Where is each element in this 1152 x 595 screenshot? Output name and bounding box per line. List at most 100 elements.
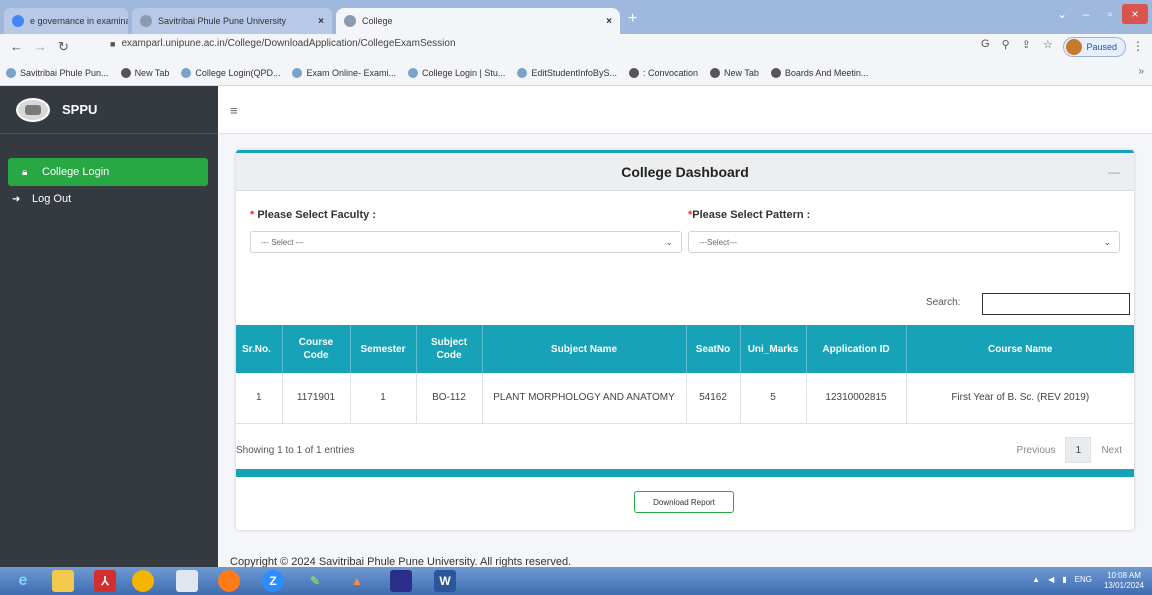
sidebar: SPPU 🔒︎ College Login ➜ Log Out	[0, 86, 218, 567]
clock[interactable]: 10:08 AM 13/01/2024	[1104, 571, 1144, 591]
back-icon[interactable]: ←	[10, 39, 23, 54]
table-cell: BO-112	[416, 373, 483, 424]
globe-icon	[770, 67, 781, 78]
table-cell: 1	[350, 373, 417, 424]
bookmark-item[interactable]: : Convocation	[628, 67, 698, 78]
minimize-icon[interactable]: –	[1076, 4, 1096, 24]
pagination: Previous 1 Next	[1017, 437, 1122, 463]
table-row: 1 1171901 1 BO-112 PLANT MORPHOLOGY AND …	[236, 373, 1134, 424]
table-info: Showing 1 to 1 of 1 entries	[236, 445, 355, 456]
profile-button[interactable]: Paused	[1063, 37, 1126, 57]
column-header[interactable]: Semester	[350, 325, 417, 373]
close-window-icon[interactable]: ×	[1122, 4, 1148, 24]
sppu-favicon	[140, 15, 152, 27]
network-icon[interactable]: ▲	[1032, 575, 1040, 584]
acrobat-icon[interactable]: ⅄	[94, 570, 116, 592]
results-table: Sr.No. Course Code Semester Subject Code…	[236, 325, 1134, 424]
translate-icon[interactable]: ⚲	[1002, 38, 1010, 51]
firefox-icon[interactable]	[218, 570, 240, 592]
language-indicator[interactable]: ENG	[1075, 575, 1092, 584]
close-tab-icon[interactable]: ×	[312, 16, 324, 27]
google-icon[interactable]: G	[981, 38, 990, 51]
sidebar-item-college-login[interactable]: 🔒︎ College Login	[8, 158, 208, 186]
column-header[interactable]: Application ID	[806, 325, 907, 373]
sppu-favicon	[344, 15, 356, 27]
browser-tab-2[interactable]: Savitribai Phule Pune University ×	[132, 8, 332, 34]
browser-tab-3-active[interactable]: College ×	[336, 8, 620, 34]
search-input[interactable]	[982, 293, 1130, 315]
screen: e governance in examination - × Savitrib…	[0, 0, 1152, 595]
collapse-icon[interactable]: —	[1108, 165, 1120, 179]
chrome-icon[interactable]	[132, 570, 154, 592]
table-cell: First Year of B. Sc. (REV 2019)	[906, 373, 1134, 424]
vlc-icon[interactable]: ▲	[346, 570, 368, 592]
close-tab-icon[interactable]: ×	[600, 16, 612, 27]
table-cell: PLANT MORPHOLOGY AND ANATOMY	[482, 373, 687, 424]
globe-icon	[628, 67, 639, 78]
sidebar-item-log-out[interactable]: ➜ Log Out	[0, 186, 218, 212]
bookmark-item[interactable]: Boards And Meetin...	[770, 67, 868, 78]
column-header[interactable]: Course Name	[906, 325, 1134, 373]
hamburger-menu-icon[interactable]: ≡	[230, 103, 238, 118]
menu-icon[interactable]: ⋮	[1132, 39, 1144, 53]
maximize-icon[interactable]: ▫	[1100, 4, 1120, 24]
bookmark-item[interactable]: College Login | Stu...	[408, 67, 505, 78]
faculty-label: * Please Select Faculty :	[250, 209, 376, 221]
sppu-favicon	[408, 67, 418, 78]
windows-taskbar: e ⅄ Z ✎ ▲ W ▲ ◀ ▮ ENG 10:08 AM 13/01/202…	[0, 567, 1152, 595]
chevron-down-icon: ⌄	[1103, 237, 1111, 247]
column-header[interactable]: Sr.No.	[236, 325, 283, 373]
pattern-select[interactable]: ---Select--- ⌄	[688, 231, 1120, 253]
pattern-label: *Please Select Pattern :	[688, 209, 811, 221]
ie-icon[interactable]: e	[12, 570, 34, 592]
column-header[interactable]: SeatNo	[686, 325, 741, 373]
meet-icon[interactable]	[390, 570, 412, 592]
chevron-down-icon: ⌄	[665, 237, 673, 247]
table-cell: 12310002815	[806, 373, 907, 424]
zoom-icon[interactable]: Z	[262, 570, 284, 592]
bookmark-item[interactable]: New Tab	[120, 67, 169, 78]
table-cell: 1171901	[282, 373, 351, 424]
browser-toolbar: ← → ↻ ■ examparl.unipune.ac.in/College/D…	[0, 34, 1152, 60]
google-icon	[12, 15, 24, 27]
bookmark-item[interactable]: New Tab	[710, 67, 759, 78]
bookmark-item[interactable]: College Login(QPD...	[181, 67, 280, 78]
forward-icon[interactable]: →	[34, 39, 47, 54]
volume-icon[interactable]: ◀	[1048, 575, 1054, 584]
new-tab-button[interactable]: +	[628, 10, 637, 28]
sppu-logo-icon	[16, 97, 50, 122]
browser-tab-strip: e governance in examination - × Savitrib…	[0, 0, 1152, 34]
previous-button[interactable]: Previous	[1017, 445, 1056, 456]
bookmark-item[interactable]: EditStudentInfoByS...	[517, 67, 617, 78]
share-icon[interactable]: ⇪	[1022, 38, 1031, 51]
word-icon[interactable]: W	[434, 570, 456, 592]
battery-icon[interactable]: ▮	[1062, 575, 1066, 584]
column-header[interactable]: Course Code	[282, 325, 351, 373]
table-cell: 1	[236, 373, 283, 424]
browser-tab-1[interactable]: e governance in examination - ×	[4, 8, 128, 34]
column-header[interactable]: Subject Code	[416, 325, 483, 373]
pen-icon[interactable]: ✎	[304, 570, 326, 592]
sppu-favicon	[517, 67, 528, 78]
page-number-button[interactable]: 1	[1065, 437, 1092, 463]
brand[interactable]: SPPU	[0, 86, 218, 134]
chevron-right-icon[interactable]: »	[1138, 66, 1144, 77]
column-header[interactable]: Subject Name	[482, 325, 687, 373]
globe-icon	[120, 67, 131, 78]
download-report-button[interactable]: Download Report	[634, 491, 734, 513]
faculty-select[interactable]: --- Select --- ⌄	[250, 231, 682, 253]
folder-icon[interactable]	[52, 570, 74, 592]
chevron-down-icon[interactable]: ⌄	[1052, 4, 1072, 24]
bookmark-item[interactable]: Exam Online- Exami...	[292, 67, 396, 78]
reload-icon[interactable]: ↻	[58, 39, 69, 55]
bookmarks-bar: Savitribai Phule Pun... New Tab College …	[0, 60, 1152, 86]
address-bar[interactable]: ■ examparl.unipune.ac.in/College/Downloa…	[110, 38, 456, 49]
avatar	[1066, 39, 1083, 55]
star-icon[interactable]: ☆	[1043, 38, 1053, 51]
column-header[interactable]: Uni_Marks	[740, 325, 807, 373]
table-header-row: Sr.No. Course Code Semester Subject Code…	[236, 325, 1134, 373]
sppu-favicon	[292, 67, 303, 78]
notepad-icon[interactable]	[176, 570, 198, 592]
bookmark-item[interactable]: Savitribai Phule Pun...	[6, 67, 109, 78]
next-button[interactable]: Next	[1101, 445, 1122, 456]
